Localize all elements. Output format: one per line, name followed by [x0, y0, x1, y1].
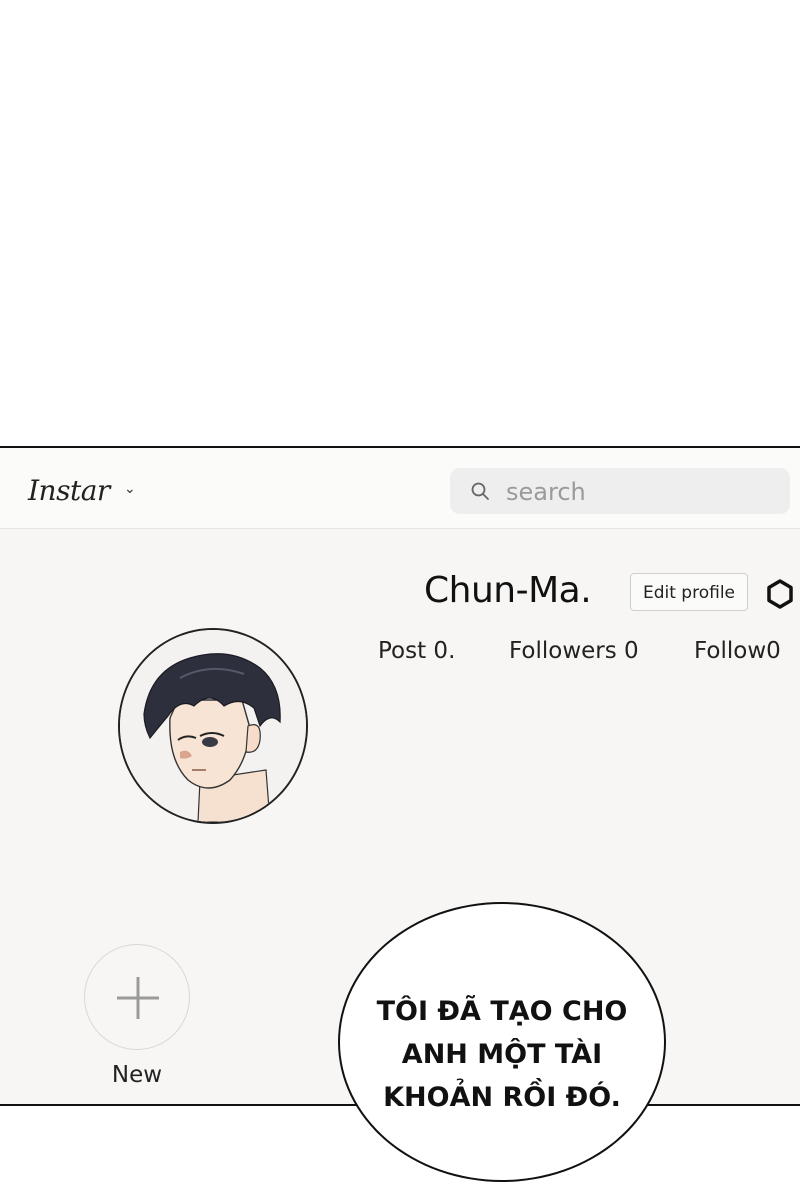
speech-text: TÔI ĐÃ TẠO CHO ANH MỘT TÀI KHOẢN RỒI ĐÓ. [340, 990, 664, 1119]
new-highlight-button[interactable] [84, 944, 190, 1050]
avatar-portrait [120, 630, 306, 822]
avatar[interactable] [118, 628, 308, 824]
stat-followers[interactable]: Followers 0 [509, 638, 639, 664]
search-input[interactable]: search [450, 468, 790, 514]
app-logo[interactable]: Instar [28, 474, 110, 507]
chevron-down-icon[interactable]: ⌄ [124, 480, 136, 497]
new-highlight-label: New [111, 1062, 163, 1088]
top-bar: Instar ⌄ search [0, 448, 800, 529]
stat-following[interactable]: Follow0 [694, 638, 781, 664]
gear-icon[interactable] [764, 578, 796, 610]
stat-posts[interactable]: Post 0. [378, 638, 455, 664]
speech-line: KHOẢN RỒI ĐÓ. [383, 1082, 621, 1113]
speech-line: TÔI ĐÃ TẠO CHO [376, 996, 628, 1027]
speech-line: ANH MỘT TÀI [401, 1039, 603, 1070]
search-placeholder: search [506, 478, 586, 506]
search-icon [471, 482, 489, 500]
edit-profile-button[interactable]: Edit profile [630, 573, 748, 611]
speech-bubble: TÔI ĐÃ TẠO CHO ANH MỘT TÀI KHOẢN RỒI ĐÓ. [338, 902, 666, 1182]
plus-icon [117, 977, 159, 1019]
profile-username: Chun-Ma. [424, 570, 592, 611]
